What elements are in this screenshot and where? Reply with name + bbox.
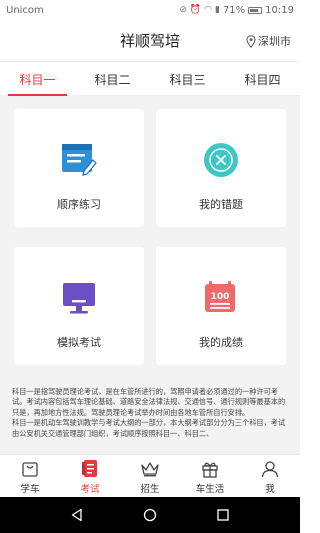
nav-enrollment[interactable]: 招生 xyxy=(120,455,180,498)
nav-label: 招生 xyxy=(140,483,160,495)
main-content: 顺序练习 我的错题 模拟考试 100 我的成绩 科目一是指驾驶员理论考试，是在车… xyxy=(0,96,300,454)
nav-car-life[interactable]: 车生活 xyxy=(180,455,240,498)
mock-exam-card[interactable]: 模拟考试 xyxy=(14,247,144,365)
my-scores-card[interactable]: 100 我的成绩 xyxy=(156,247,286,365)
subject-description: 科目一是指驾驶员理论考试，是在车管所进行的，驾照申请者必须通过的一种许可考试。考… xyxy=(12,387,286,438)
sequential-practice-card[interactable]: 顺序练习 xyxy=(14,109,144,227)
city-selector[interactable]: 深圳市 xyxy=(246,33,291,49)
card-label: 模拟考试 xyxy=(57,336,101,349)
status-bar: Unicom ⊘ ⏰ ◠ ▮ 71% 10:19 xyxy=(0,0,300,20)
app-header: 祥顺驾培 深圳市 xyxy=(0,20,300,62)
wrong-answers-icon xyxy=(202,141,240,179)
signal-icon: ▮ xyxy=(214,5,220,15)
exam-icon xyxy=(80,459,100,479)
crown-icon xyxy=(140,459,160,479)
wrong-answers-card[interactable]: 我的错题 xyxy=(156,109,286,227)
wifi-icon: ◠ xyxy=(204,5,212,15)
tab-subject-2[interactable]: 科目二 xyxy=(75,62,150,96)
nav-exam[interactable]: 考试 xyxy=(60,455,120,498)
card-label: 我的成绩 xyxy=(199,336,243,349)
svg-text:100: 100 xyxy=(211,292,230,302)
system-navigation-bar xyxy=(0,497,300,533)
nav-label: 考试 xyxy=(80,483,100,495)
recent-apps-icon[interactable] xyxy=(216,508,230,522)
page-title: 祥顺驾培 xyxy=(119,32,180,50)
practice-icon xyxy=(60,141,98,179)
battery-percent: 71% xyxy=(222,4,246,16)
exam-monitor-icon xyxy=(60,279,98,317)
nav-label: 车生活 xyxy=(195,483,225,495)
bottom-navigation: 学车 考试 招生 车生活 我 xyxy=(0,454,300,497)
tab-subject-1[interactable]: 科目一 xyxy=(0,62,75,96)
tab-subject-3[interactable]: 科目三 xyxy=(150,62,225,96)
location-pin-icon xyxy=(246,34,256,48)
nav-me[interactable]: 我 xyxy=(240,455,300,498)
card-label: 我的错题 xyxy=(199,198,243,211)
gift-icon xyxy=(200,459,220,479)
home-icon[interactable] xyxy=(143,508,157,522)
bag-icon xyxy=(20,459,40,479)
tab-subject-4[interactable]: 科目四 xyxy=(225,62,300,96)
person-icon xyxy=(260,459,280,479)
back-icon[interactable] xyxy=(70,508,84,522)
nav-learn-driving[interactable]: 学车 xyxy=(0,455,60,498)
nav-label: 我 xyxy=(265,483,275,495)
card-label: 顺序练习 xyxy=(57,198,101,211)
battery-icon xyxy=(248,6,263,14)
score-100-icon: 100 xyxy=(202,279,240,317)
no-sim-icon: ⊘ xyxy=(179,5,187,15)
status-icons: ⊘ ⏰ ◠ ▮ 71% 10:19 xyxy=(179,5,294,16)
carrier-label: Unicom xyxy=(6,4,44,16)
clock: 10:19 xyxy=(265,4,294,16)
city-label: 深圳市 xyxy=(258,35,291,48)
subject-tabs: 科目一 科目二 科目三 科目四 xyxy=(0,62,300,96)
nav-label: 学车 xyxy=(20,483,40,495)
alarm-icon: ⏰ xyxy=(189,5,202,15)
